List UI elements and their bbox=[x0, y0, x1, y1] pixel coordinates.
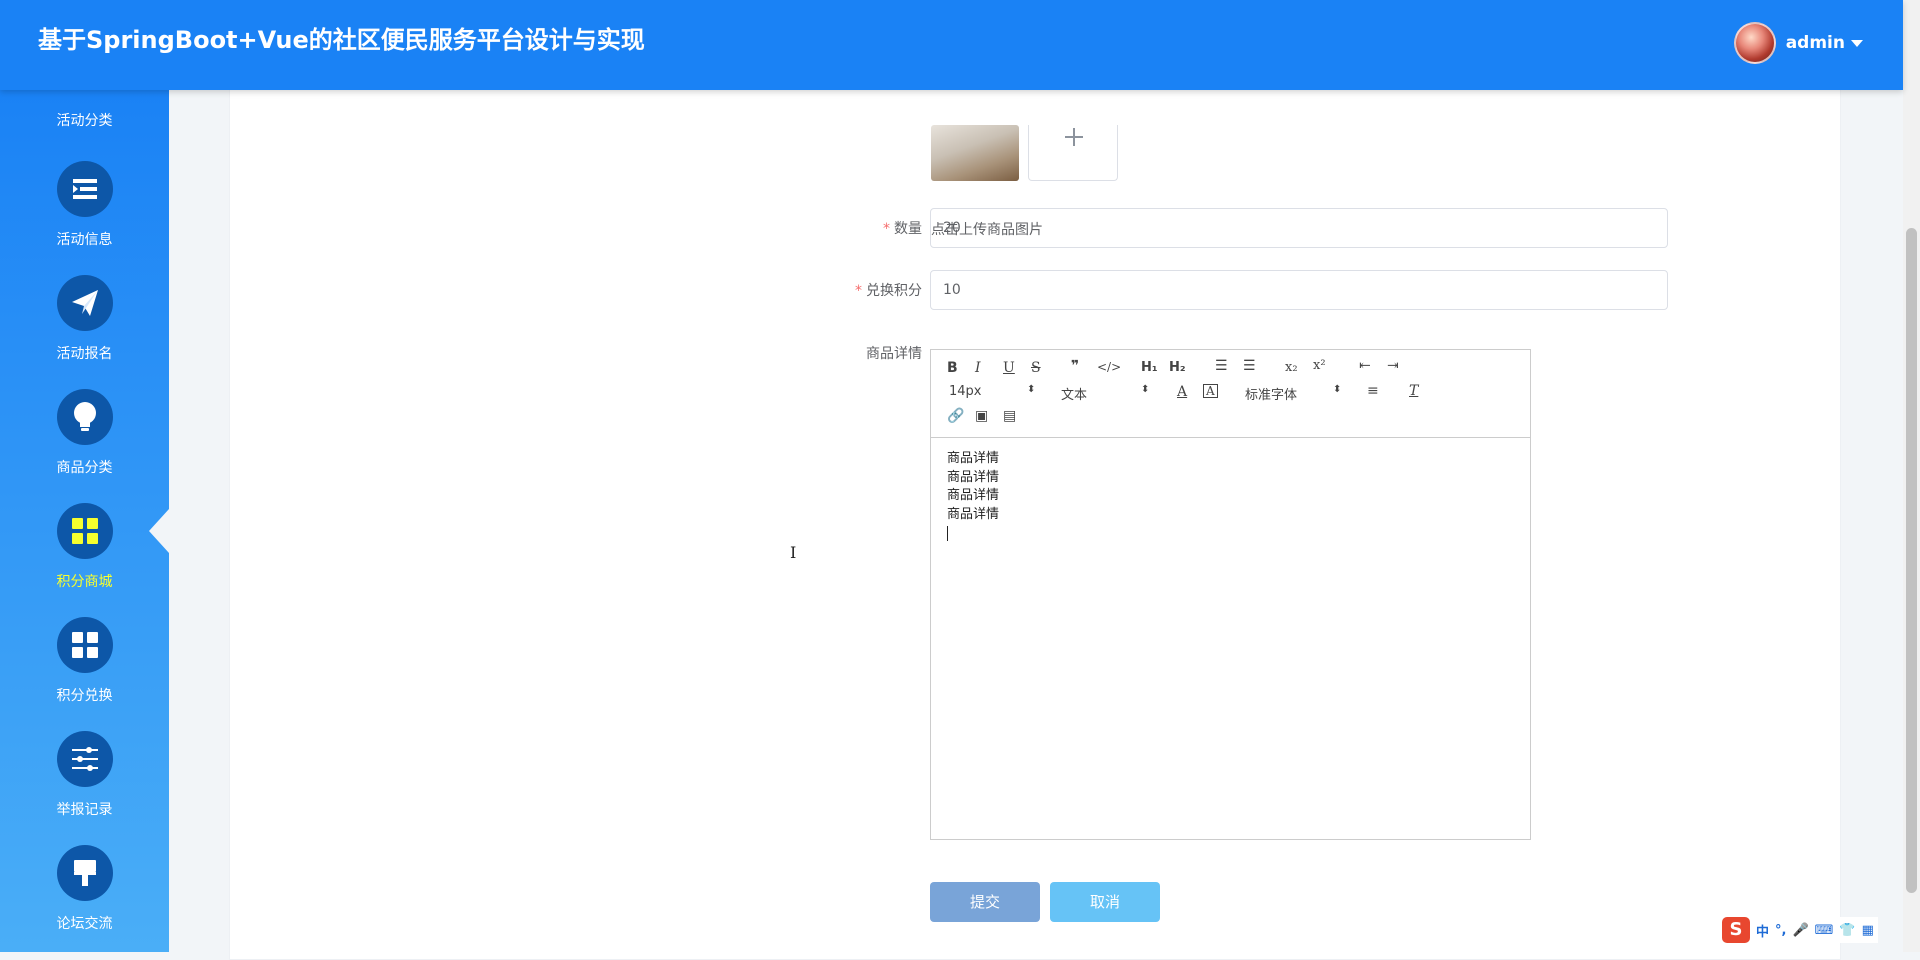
link-icon[interactable]: 🔗 bbox=[947, 408, 964, 424]
editor-line: 商品详情 bbox=[947, 469, 1000, 485]
strike-button[interactable]: S bbox=[1031, 360, 1041, 376]
quantity-label: * 数量 bbox=[883, 221, 922, 237]
underline-button[interactable]: U bbox=[1003, 360, 1015, 376]
sidebar-item-report-records[interactable]: 举报记录 bbox=[0, 731, 169, 819]
outdent-icon[interactable]: ⇤ bbox=[1359, 358, 1371, 374]
text-color-icon[interactable]: A bbox=[1177, 384, 1187, 400]
editor-line: 商品详情 bbox=[947, 451, 1000, 466]
sidebar-item-label: 积分兑换 bbox=[56, 688, 113, 704]
ordered-list-icon[interactable]: ☰ bbox=[1215, 358, 1228, 374]
background-color-icon[interactable]: A bbox=[1203, 384, 1218, 398]
sidebar-item-label: 论坛交流 bbox=[56, 916, 113, 932]
avatar[interactable] bbox=[1733, 22, 1776, 64]
grid-icon bbox=[56, 617, 113, 673]
image-upload-button[interactable] bbox=[1028, 125, 1118, 181]
bullet-list-icon[interactable]: ☰ bbox=[1243, 358, 1256, 374]
italic-button[interactable]: I bbox=[975, 360, 981, 376]
superscript-button[interactable]: x² bbox=[1313, 358, 1326, 373]
sidebar-item-label: 举报记录 bbox=[56, 802, 113, 818]
sidebar-item-goods-category[interactable]: 商品分类 bbox=[0, 389, 169, 477]
sidebar-item-activity-signup[interactable]: 活动报名 bbox=[0, 275, 169, 363]
editor-toolbar: B I U S ❞ </> H₁ H₂ ☰ ☰ x₂ x² ⇤ ⇥ 14px ⬍ … bbox=[931, 350, 1530, 438]
sliders-icon bbox=[56, 731, 113, 787]
user-menu[interactable]: admin bbox=[1733, 22, 1863, 64]
blockquote-button[interactable]: ❞ bbox=[1071, 358, 1079, 374]
paper-plane-icon bbox=[56, 275, 113, 331]
h1-button[interactable]: H₁ bbox=[1141, 360, 1158, 375]
bold-button[interactable]: B bbox=[947, 360, 958, 376]
editor-content[interactable]: 商品详情 商品详情 商品详情 商品详情 bbox=[947, 450, 999, 541]
sidebar-item-activity-category[interactable]: 活动分类 bbox=[0, 110, 169, 130]
keyboard-icon[interactable]: ⌨ bbox=[1815, 923, 1834, 938]
video-icon[interactable]: ▤ bbox=[1003, 408, 1016, 424]
goods-image-thumbnail[interactable] bbox=[931, 125, 1019, 181]
indent-icon[interactable]: ⇥ bbox=[1387, 358, 1399, 374]
align-icon[interactable]: ≡ bbox=[1367, 383, 1379, 399]
sort-icon: ⬍ bbox=[1027, 384, 1036, 395]
sidebar-item-label: 活动分类 bbox=[56, 113, 113, 129]
subscript-button[interactable]: x₂ bbox=[1285, 360, 1298, 375]
active-indicator bbox=[149, 509, 169, 553]
sidebar-item-label: 商品分类 bbox=[56, 460, 113, 476]
editor-line: 商品详情 bbox=[947, 488, 1000, 503]
username[interactable]: admin bbox=[1786, 33, 1845, 53]
ime-punctuation[interactable]: °, bbox=[1775, 923, 1786, 938]
app-title: 基于SpringBoot+Vue的社区便民服务平台设计与实现 bbox=[38, 26, 645, 54]
sidebar-item-points-exchange[interactable]: 积分兑换 bbox=[0, 617, 169, 705]
sort-icon: ⬍ bbox=[1141, 384, 1150, 395]
content-card: 点击上传商品图片 * 数量 20 * 兑换积分 10 商品详情 B I U S ❞ … bbox=[229, 60, 1841, 960]
page-scrollbar[interactable] bbox=[1903, 0, 1920, 952]
image-icon[interactable]: ▣ bbox=[975, 408, 988, 424]
sort-icon: ⬍ bbox=[1333, 384, 1342, 395]
sidebar-item-activity-info[interactable]: 活动信息 bbox=[0, 161, 169, 249]
cancel-button[interactable]: 取消 bbox=[1050, 882, 1160, 922]
skin-icon[interactable]: 👕 bbox=[1839, 923, 1855, 938]
submit-button[interactable]: 提交 bbox=[930, 882, 1040, 922]
clear-format-icon[interactable]: T bbox=[1409, 383, 1418, 399]
sidebar-item-label: 积分商城 bbox=[56, 574, 113, 590]
sidebar-item-points-mall[interactable]: 积分商城 bbox=[0, 503, 169, 591]
font-family-select[interactable]: 标准字体 ⬍ bbox=[1245, 384, 1345, 403]
points-input[interactable]: 10 bbox=[930, 270, 1668, 310]
top-header: 基于SpringBoot+Vue的社区便民服务平台设计与实现 admin bbox=[0, 0, 1903, 90]
h2-button[interactable]: H₂ bbox=[1169, 360, 1186, 375]
rich-text-editor[interactable]: B I U S ❞ </> H₁ H₂ ☰ ☰ x₂ x² ⇤ ⇥ 14px ⬍ … bbox=[930, 349, 1531, 840]
font-size-select[interactable]: 14px ⬍ bbox=[949, 384, 1037, 399]
heading-select[interactable]: 文本 ⬍ bbox=[1061, 384, 1149, 403]
sidebar-item-label: 活动信息 bbox=[56, 232, 113, 248]
sidebar-item-forum[interactable]: 论坛交流 bbox=[0, 845, 169, 933]
mouse-ibeam-cursor: I bbox=[790, 543, 797, 562]
detail-label: 商品详情 bbox=[866, 346, 922, 362]
list-icon bbox=[56, 161, 113, 217]
sidebar-item-label: 活动报名 bbox=[56, 346, 113, 362]
quantity-input[interactable]: 20 bbox=[930, 208, 1668, 248]
chevron-down-icon[interactable] bbox=[1851, 39, 1863, 47]
text-cursor bbox=[947, 526, 948, 541]
points-label: * 兑换积分 bbox=[855, 283, 922, 299]
ime-logo-icon[interactable]: S bbox=[1722, 917, 1750, 943]
brush-icon bbox=[56, 845, 113, 901]
sidebar: 活动分类 活动信息 活动报名 商品分类 积分商城 积分兑换 举报记录 论坛交流 bbox=[0, 90, 169, 952]
ime-toolbar[interactable]: S 中 °, 🎤 ⌨ 👕 ▦ bbox=[1718, 917, 1878, 943]
editor-line: 商品详情 bbox=[947, 506, 1000, 522]
ime-mode[interactable]: 中 bbox=[1756, 921, 1769, 940]
scrollbar-thumb[interactable] bbox=[1906, 228, 1917, 893]
microphone-icon[interactable]: 🎤 bbox=[1792, 923, 1808, 938]
toolbox-icon[interactable]: ▦ bbox=[1862, 923, 1874, 938]
grid-icon bbox=[56, 503, 113, 559]
lightbulb-icon bbox=[56, 389, 113, 445]
code-button[interactable]: </> bbox=[1097, 360, 1121, 374]
